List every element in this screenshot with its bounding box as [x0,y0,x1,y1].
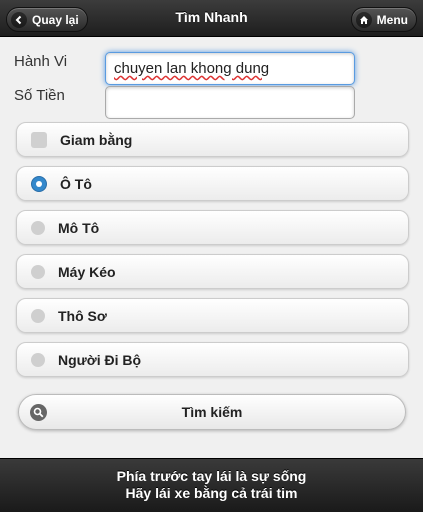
home-icon [355,11,372,28]
search-button[interactable]: Tìm kiếm [18,394,406,430]
header-bar: Quay lại Tìm Nhanh Menu [0,0,423,37]
menu-button[interactable]: Menu [350,7,417,32]
behavior-input-value: chuyen lan khong dung [114,60,270,77]
vehicle-radio-motorbike[interactable]: Mô Tô [16,210,409,245]
checkbox-icon [31,131,47,148]
radio-label: Máy Kéo [58,263,116,280]
search-icon [30,404,47,421]
checkbox-label: Giam bằng [60,131,133,148]
reduce-checkbox[interactable]: Giam bằng [16,122,409,157]
menu-button-label: Menu [376,12,408,27]
amount-label: Số Tiền [14,87,65,104]
amount-input[interactable] [105,86,355,119]
radio-label: Người Đi Bộ [58,351,142,368]
search-button-label: Tìm kiếm [181,404,243,420]
vehicle-radio-tractor[interactable]: Máy Kéo [16,254,409,289]
footer-line-2: Hãy lái xe bằng cả trái tim [125,485,298,501]
radio-icon [31,308,45,323]
vehicle-radio-primitive[interactable]: Thô Sơ [16,298,409,333]
radio-icon [31,264,45,279]
vehicle-radio-car[interactable]: Ô Tô [16,166,409,201]
radio-icon [31,352,45,367]
radio-label: Ô Tô [60,175,92,192]
behavior-label: Hành Vi [14,53,68,70]
radio-selected-icon [31,175,47,192]
behavior-input[interactable]: chuyen lan khong dung [105,52,355,85]
radio-label: Thô Sơ [58,307,107,324]
footer-bar: Phía trước tay lái là sự sống Hãy lái xe… [0,458,423,512]
footer-line-1: Phía trước tay lái là sự sống [116,468,307,484]
radio-label: Mô Tô [58,219,100,236]
radio-icon [31,220,45,235]
vehicle-radio-pedestrian[interactable]: Người Đi Bộ [16,342,409,377]
